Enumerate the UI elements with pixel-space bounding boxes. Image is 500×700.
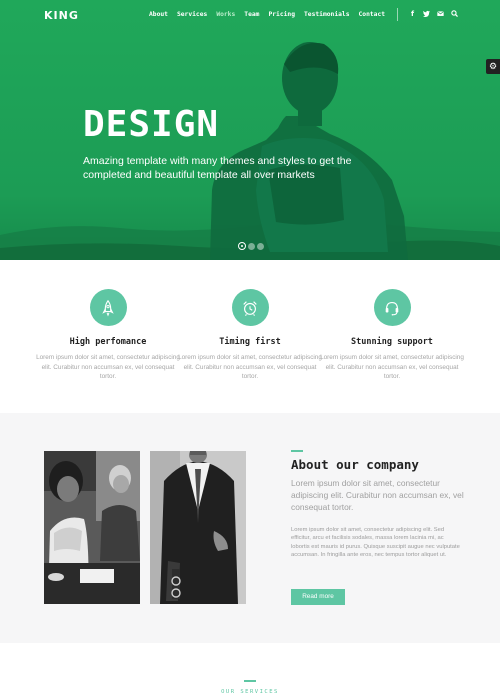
read-more-button[interactable]: Read more: [291, 589, 345, 605]
hero-subtitle: Amazing template with many themes and st…: [83, 155, 352, 181]
slider-dot-3[interactable]: [257, 242, 264, 250]
menu-item-pricing[interactable]: Pricing: [268, 11, 295, 18]
feature-title: High perfomance: [69, 337, 147, 347]
menu-item-team[interactable]: Team: [244, 11, 259, 18]
rocket-icon: [89, 289, 127, 326]
menu-item-contact[interactable]: Contact: [359, 11, 386, 18]
social-icons: f: [409, 10, 458, 20]
menu-item-testimonials[interactable]: Testimonials: [304, 11, 350, 18]
headset-icon: [373, 289, 411, 326]
site-logo[interactable]: KING: [44, 9, 79, 22]
about-body-text: Lorem ipsum dolor sit amet, consectetur …: [291, 527, 460, 559]
menu-item-works[interactable]: Works: [216, 11, 235, 18]
feature-text: Lorem ipsum dolor sit amet, consectetur …: [36, 354, 180, 380]
alarm-clock-icon: [231, 289, 269, 326]
businessman-photo: [150, 451, 246, 604]
feature-title: Timing first: [219, 337, 281, 347]
hero-section: KING About Services Works Team Pricing T…: [0, 0, 500, 260]
search-icon[interactable]: [451, 10, 458, 20]
slider-dot-1[interactable]: [238, 242, 246, 250]
team-meeting-photo: [44, 451, 140, 604]
nav-divider: [397, 8, 398, 21]
main-menu: About Services Works Team Pricing Testim…: [149, 11, 385, 18]
feature-title: Stunning support: [351, 337, 433, 347]
feature-high-performance: High perfomance Lorem ipsum dolor sit am…: [33, 289, 183, 382]
feature-text: Lorem ipsum dolor sit amet, consectetur …: [320, 354, 464, 380]
slider-dot-2[interactable]: [248, 242, 255, 250]
services-section: OUR SERVICES: [0, 643, 500, 700]
twitter-icon[interactable]: [423, 10, 430, 20]
about-accent-line: [291, 450, 303, 452]
menu-item-services[interactable]: Services: [177, 11, 207, 18]
feature-stunning-support: Stunning support Lorem ipsum dolor sit a…: [317, 289, 467, 382]
feature-timing-first: Timing first Lorem ipsum dolor sit amet,…: [175, 289, 325, 382]
top-navigation: KING About Services Works Team Pricing T…: [0, 0, 500, 32]
about-title: About our company: [291, 457, 419, 472]
hero-background-image: [0, 0, 500, 260]
menu-item-about[interactable]: About: [149, 11, 168, 18]
features-section: High perfomance Lorem ipsum dolor sit am…: [0, 260, 500, 413]
services-accent-line: [244, 680, 256, 682]
settings-gear-icon[interactable]: ⚙: [486, 59, 500, 74]
facebook-icon[interactable]: f: [409, 10, 416, 20]
slider-dots: [238, 242, 264, 250]
feature-text: Lorem ipsum dolor sit amet, consectetur …: [178, 354, 322, 380]
hero-title: DESIGN: [83, 104, 220, 145]
mail-icon[interactable]: [437, 10, 444, 20]
about-lead-text: Lorem ipsum dolor sit amet, consectetur …: [291, 478, 464, 512]
services-label: OUR SERVICES: [221, 689, 279, 695]
about-section: About our company Lorem ipsum dolor sit …: [0, 413, 500, 643]
